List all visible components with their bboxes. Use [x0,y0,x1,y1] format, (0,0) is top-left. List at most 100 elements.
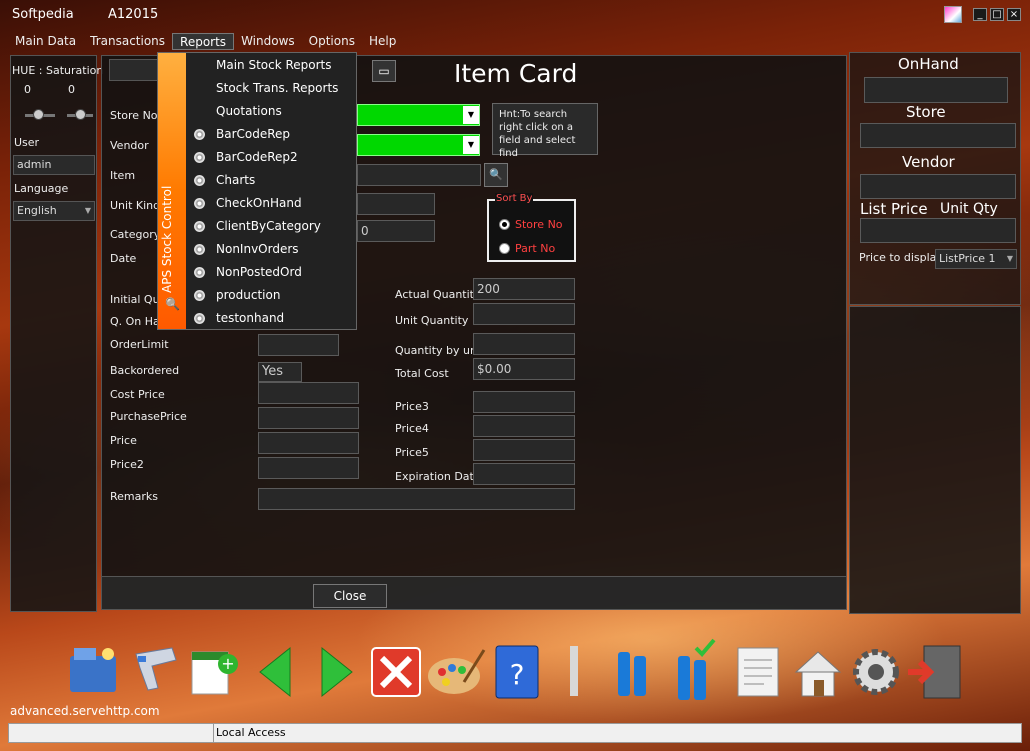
menu-item-clientbycategory[interactable]: ClientByCategory [188,215,356,238]
hue-slider-knob[interactable] [33,109,44,120]
item-field[interactable] [357,164,481,186]
total-cost-field[interactable]: $0.00 [473,358,575,380]
menu-item-noninvorders[interactable]: NonInvOrders [188,238,356,261]
search-hint: Hnt:To search right click on a field and… [492,103,598,159]
menu-item-production[interactable]: production [188,284,356,307]
date-label: Date [110,252,137,265]
close-icon[interactable]: × [1007,8,1021,21]
settings-gear-icon[interactable] [853,649,899,695]
document-icon[interactable] [737,647,779,697]
menu-item-testonhand[interactable]: testonhand [188,307,356,330]
bottles-icon[interactable] [618,652,646,696]
item-label: Item [110,169,136,182]
backordered-field[interactable]: Yes [258,362,302,382]
unit-kind-field[interactable] [357,193,435,215]
menu-side-strip: APS Stock Control 🔍 [158,53,186,329]
menu-item-stock-trans-reports[interactable]: Stock Trans. Reports [188,77,356,100]
cost-price-field[interactable] [258,382,359,404]
forward-arrow-icon[interactable] [321,646,353,698]
actual-qty-field[interactable]: 200 [473,278,575,300]
barcode-scanner-icon[interactable] [135,647,177,691]
sort-part-no-radio[interactable] [499,243,510,254]
bottles-check-icon[interactable] [678,638,716,700]
price5-field[interactable] [473,439,575,461]
language-select[interactable]: English ▼ [13,201,95,221]
menu-item-barcoderep[interactable]: BarCodeRep [188,123,356,146]
menu-windows[interactable]: Windows [234,33,302,50]
qty-by-unit-field[interactable] [473,333,575,355]
close-button[interactable]: Close [313,584,387,608]
price3-field[interactable] [473,391,575,413]
remarks-field[interactable] [258,488,575,510]
price2-field[interactable] [258,457,359,479]
sort-by-title: Sort By [495,193,534,204]
user-field[interactable]: admin [13,155,95,175]
price4-field[interactable] [473,415,575,437]
category-label: Category [110,228,161,241]
menu-item-quotations[interactable]: Quotations [188,100,356,123]
language-label: Language [14,182,69,195]
menu-item-barcoderep2[interactable]: BarCodeRep2 [188,146,356,169]
menu-options[interactable]: Options [302,33,362,50]
sort-store-no-label[interactable]: Store No [515,218,563,231]
back-arrow-icon[interactable] [259,646,291,698]
saturation-value: 0 [68,83,75,96]
new-item-icon[interactable]: + [191,651,238,695]
vendor-summary-label: Vendor [902,153,955,171]
sort-store-no-radio[interactable] [499,219,510,230]
menu-item-checkonhand[interactable]: CheckOnHand [188,192,356,215]
price-field[interactable] [258,432,359,454]
print-icon[interactable]: ▭ [372,60,396,82]
unit-qty-summary-label: Unit Qty [940,201,998,217]
store-no-select[interactable] [357,104,480,126]
expiration-date-field[interactable] [473,463,575,485]
maximize-icon[interactable]: □ [990,8,1004,21]
vendor-summary-field[interactable] [860,174,1016,199]
palette-icon[interactable] [428,649,486,694]
menu-help[interactable]: Help [362,33,403,50]
purchase-price-label: PurchasePrice [110,410,187,423]
delete-icon[interactable] [371,647,421,697]
purchase-price-field[interactable] [258,407,359,429]
menu-item-main-stock-reports[interactable]: Main Stock Reports [188,54,356,77]
chevron-down-icon[interactable]: ▼ [1007,250,1013,268]
chevron-down-icon[interactable]: ▼ [85,202,91,220]
sort-part-no-label[interactable]: Part No [515,242,555,255]
minimize-icon[interactable]: _ [973,8,987,21]
record-nav-field[interactable] [109,59,159,81]
category-value: 0 [361,224,369,238]
category-field[interactable]: 0 [357,220,435,242]
actual-qty-label: Actual Quantity [395,288,481,301]
menu-item-charts[interactable]: Charts [188,169,356,192]
price2-label: Price2 [110,458,144,471]
store-field[interactable] [860,123,1016,148]
list-price-field[interactable] [860,218,1016,243]
report-icon [194,290,205,301]
home-icon[interactable] [794,651,842,697]
sort-by-group: Sort By Store No Part No [487,193,576,262]
menu-reports[interactable]: Reports [172,33,235,50]
report-icon [194,175,205,186]
saturation-slider-knob[interactable] [75,109,86,120]
app-title: Softpedia [12,7,74,22]
hue-label: HUE : [12,64,43,77]
menu-bar: Main Data Transactions Reports Windows O… [8,33,403,50]
menu-main-data[interactable]: Main Data [8,33,83,50]
user-label: User [14,136,40,149]
chevron-down-icon[interactable]: ▼ [463,106,479,124]
total-cost-label: Total Cost [395,367,449,380]
vendor-select[interactable] [357,134,480,156]
menu-transactions[interactable]: Transactions [83,33,172,50]
onhand-field[interactable] [864,77,1008,103]
report-icon [194,244,205,255]
help-book-icon[interactable]: ? [495,645,539,699]
unit-qty-field[interactable] [473,303,575,325]
search-icon[interactable]: 🔍 [484,163,508,187]
order-limit-field[interactable] [258,334,339,356]
menu-item-nonpostedord[interactable]: NonPostedOrd [188,261,356,284]
chevron-down-icon[interactable]: ▼ [463,136,479,154]
price-display-select[interactable]: ListPrice 1 ▼ [935,249,1017,269]
status-left-section [9,724,214,742]
exit-door-icon[interactable] [908,645,961,699]
open-folder-icon[interactable] [70,648,116,692]
